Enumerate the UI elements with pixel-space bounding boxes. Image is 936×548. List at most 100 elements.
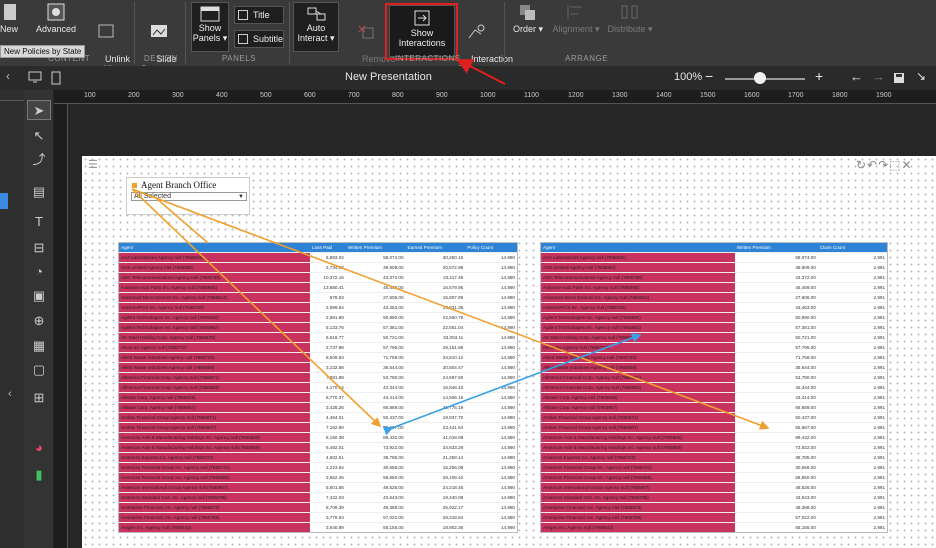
table-row[interactable]: Allmerica Financial Corp. Agency null (7… xyxy=(119,372,517,383)
table-row[interactable]: AdvancePCS Inc. Agency null (7865783) 2,9… xyxy=(119,302,517,313)
table-row[interactable]: Allstate Corp. Agency null (7865857) 3,42… xyxy=(119,402,517,413)
table-row[interactable]: Alcoa Inc Agency null (7865772) 2,737.88 5… xyxy=(119,342,517,353)
table-row[interactable]: Allmerica Financial Corp. Agency null (7… xyxy=(541,372,887,383)
title-toggle[interactable]: Title xyxy=(234,6,284,24)
table-row[interactable]: Ameriprise Financial, Inc. Agency null (… xyxy=(541,502,887,513)
table-row[interactable]: American International Group Agency null… xyxy=(541,482,887,493)
column-header[interactable]: Policy Count xyxy=(465,243,517,253)
table-row[interactable]: AdvancePCS Inc. Agency null (7865783) 43,… xyxy=(541,302,887,313)
order-button[interactable]: Order ▾ xyxy=(512,2,544,34)
table-row[interactable]: AAA Laboratories Agency null (7865931) 58… xyxy=(541,252,887,263)
web-tool-icon[interactable]: ⊕ xyxy=(27,311,51,331)
zoom-slider-handle[interactable] xyxy=(754,72,766,84)
subtitle-toggle[interactable]: Subtitle xyxy=(234,30,284,48)
table-row[interactable]: Ambac Financial Group Agency null (78659… xyxy=(119,412,517,423)
auto-interact-button[interactable]: Auto Interact ▾ xyxy=(293,2,339,52)
table-row[interactable]: American Axle & Manufacturing Holdings I… xyxy=(119,432,517,443)
table-row[interactable]: American Standard Cos. Inc. Agency null … xyxy=(541,492,887,503)
panel-tool-icon[interactable]: ▢ xyxy=(27,360,51,380)
table-row[interactable]: AK Steel Holding Corp. Agency null (7865… xyxy=(541,332,887,343)
table-row[interactable]: American Express Co. Agency null (786572… xyxy=(541,452,887,463)
table-row[interactable]: Agilent Technologies Inc. Agency null (7… xyxy=(119,312,517,323)
table-row[interactable]: American International Group Agency null… xyxy=(119,482,517,493)
table-row[interactable]: American Financial Group Inc. Agency nul… xyxy=(541,472,887,483)
table-row[interactable]: AmSouth Bancorporation Agency null (7865… xyxy=(541,533,887,534)
select-tool-icon[interactable]: ➤ xyxy=(27,100,51,120)
table-row[interactable]: Advanced Micro Devices Inc. Agency null … xyxy=(541,292,887,303)
table-row[interactable]: Amgen Inc. Agency null (7865643) 3,640.89… xyxy=(119,522,517,532)
filter-tool-icon[interactable]: ⊟ xyxy=(27,238,51,258)
agent-branch-office-filter[interactable]: Agent Branch Office All Selected ▼ xyxy=(126,177,250,215)
table-row[interactable]: Ambac Financial Group Agency null (78659… xyxy=(541,412,887,423)
table-row[interactable]: Agilent Technologies Inc. Agency null (7… xyxy=(541,312,887,323)
table-row[interactable]: Agilent Technologies Inc. Agency null (7… xyxy=(541,322,887,333)
table-row[interactable]: Advance Auto Parts Inc. Agency null (786… xyxy=(541,282,887,293)
agent-claims-table[interactable]: Agent Written Premium Claim Count AAA Labo… xyxy=(540,242,888,533)
table-row[interactable]: American Axle & Manufacturing Holdings I… xyxy=(541,432,887,443)
distribute-button[interactable]: Distribute ▾ xyxy=(605,2,655,34)
table-tool-icon[interactable]: ▤ xyxy=(27,182,51,202)
table-row[interactable]: Ameriprise Financial, Inc. Agency null (… xyxy=(119,512,517,523)
table-row[interactable]: ADC Telecommunications Agency null (7865… xyxy=(541,272,887,283)
table-row[interactable]: American Axle & Manufacturing Holdings I… xyxy=(541,442,887,453)
table-row[interactable]: Allied Waste Industries Agency null (786… xyxy=(541,352,887,363)
grid-tool-icon[interactable]: ▦ xyxy=(27,336,51,356)
collapse-icon[interactable]: ↘ xyxy=(916,69,926,83)
table-row[interactable]: Allied Waste Industries Agency null (786… xyxy=(119,352,517,363)
menu-icon[interactable]: ☰ xyxy=(88,158,98,171)
table-row[interactable]: Allied Waste Industries Agency null (786… xyxy=(541,362,887,373)
table-row[interactable]: Allstate Corp. Agency null (7865857) 66,8… xyxy=(541,402,887,413)
column-header[interactable]: Earned Premium xyxy=(405,243,466,253)
chevron-left-icon[interactable]: ‹ xyxy=(6,69,10,83)
collapse-panel-icon[interactable]: ‹ xyxy=(8,388,12,400)
table-row[interactable]: AAA Laboratories Agency null (7865931) 6,… xyxy=(119,252,517,263)
table-row[interactable]: American Financial Group Inc. Agency nul… xyxy=(119,472,517,483)
table-row[interactable]: Ambac Financial Group Agency null (78659… xyxy=(541,422,887,433)
gauge-tool-icon[interactable]: ◔ xyxy=(27,262,51,282)
table-row[interactable]: American Axle & Manufacturing Holdings I… xyxy=(119,442,517,453)
text-tool-icon[interactable]: T xyxy=(27,212,51,232)
forward-arrow-icon[interactable]: → xyxy=(872,69,885,84)
table-row[interactable]: Advance Auto Parts Inc. Agency null (786… xyxy=(119,282,517,293)
image-tool-icon[interactable]: ▣ xyxy=(27,286,51,306)
table-row[interactable]: Allstate Corp. Agency null (7865639) 43,4… xyxy=(541,392,887,403)
show-panels-button[interactable]: Show Panels ▾ xyxy=(191,2,229,52)
table-row[interactable]: Allmerica Financial Corp. Agency null (7… xyxy=(541,382,887,393)
canvas-controls[interactable]: ↻↶↷⬚✕ xyxy=(856,158,913,172)
column-header[interactable]: Loss Paid xyxy=(310,243,346,253)
table-row[interactable]: Ameriprise Financial, Inc. Agency null (… xyxy=(119,502,517,513)
new-button[interactable]: New xyxy=(0,2,18,34)
filter-dropdown[interactable]: All Selected ▼ xyxy=(131,192,247,201)
table-row[interactable]: American Standard Cos. Inc. Agency null … xyxy=(119,492,517,503)
button-tool-icon[interactable]: ⊞ xyxy=(27,388,51,408)
table-row[interactable]: Agilent Technologies Inc. Agency null (7… xyxy=(119,322,517,333)
table-row[interactable]: Ameriprise Financial, Inc. Agency null (… xyxy=(541,512,887,523)
agent-premium-table[interactable]: Agent Loss Paid Written Premium Earned Prem… xyxy=(118,242,518,533)
table-row[interactable]: AK Steel Holding Corp. Agency null (7865… xyxy=(119,332,517,343)
table-row[interactable]: Amgen Inc. Agency null (7865643) 55,155.0… xyxy=(541,522,887,532)
table-row[interactable]: ADC Telecommunications Agency null (7865… xyxy=(119,272,517,283)
zoom-out-icon[interactable]: − xyxy=(705,68,713,84)
connector-tool-icon[interactable]: ⤴ xyxy=(27,150,51,170)
save-icon[interactable] xyxy=(893,72,905,84)
table-row[interactable]: American Financial Group Inc. Agency nul… xyxy=(541,462,887,473)
bar-chart-tool-icon[interactable]: ▮ xyxy=(27,465,51,485)
table-row[interactable]: ACE Limited Agency null (7866000) 2,734.0… xyxy=(119,262,517,273)
alignment-button[interactable]: Alignment ▾ xyxy=(552,2,600,34)
table-row[interactable]: Advanced Micro Devices Inc. Agency null … xyxy=(119,292,517,303)
table-row[interactable]: Alcoa Inc Agency null (7865772) 57,795.00… xyxy=(541,342,887,353)
column-header[interactable]: Agent xyxy=(119,243,311,253)
table-row[interactable]: Allied Waste Industries Agency null (786… xyxy=(119,362,517,373)
column-header[interactable]: Written Premium xyxy=(734,243,818,253)
pie-chart-tool-icon[interactable]: ◕ xyxy=(27,438,51,458)
phone-icon[interactable] xyxy=(50,71,62,85)
direct-select-tool-icon[interactable]: ↖ xyxy=(27,126,51,146)
column-header[interactable]: Written Premium xyxy=(345,243,406,253)
table-row[interactable]: Allstate Corp. Agency null (7865639) 8,77… xyxy=(119,392,517,403)
advanced-button[interactable]: Advanced xyxy=(34,2,78,34)
table-row[interactable]: Ambac Financial Group Agency null (78659… xyxy=(119,422,517,433)
table-row[interactable]: American Financial Group Inc. Agency nul… xyxy=(119,462,517,473)
zoom-in-icon[interactable]: + xyxy=(815,68,823,84)
column-header[interactable]: Agent xyxy=(541,243,735,253)
table-row[interactable]: American Express Co. Agency null (786572… xyxy=(119,452,517,463)
